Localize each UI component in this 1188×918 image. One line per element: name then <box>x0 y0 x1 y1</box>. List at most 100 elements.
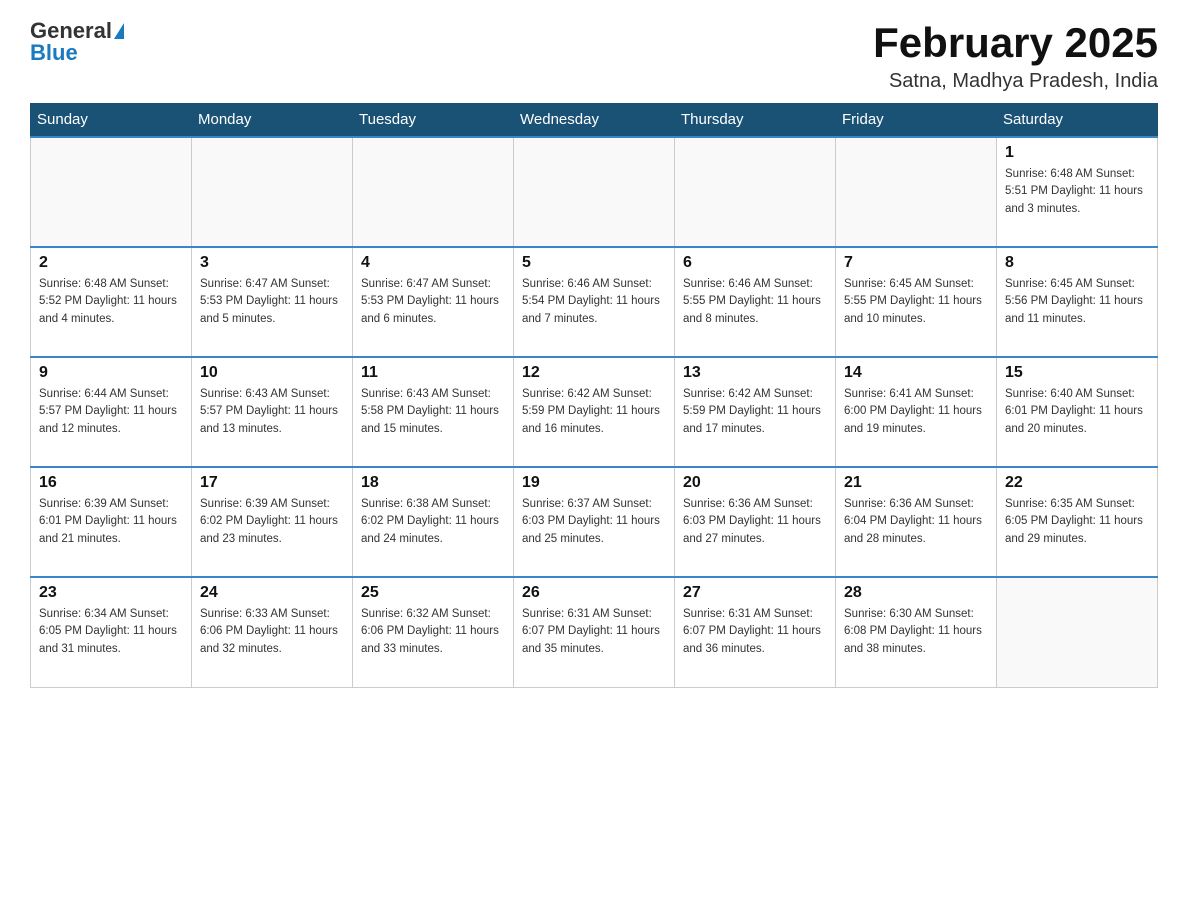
day-number: 25 <box>361 584 505 602</box>
day-info: Sunrise: 6:38 AM Sunset: 6:02 PM Dayligh… <box>361 496 505 548</box>
day-number: 24 <box>200 584 344 602</box>
day-number: 21 <box>844 474 988 492</box>
day-info: Sunrise: 6:42 AM Sunset: 5:59 PM Dayligh… <box>522 386 666 438</box>
calendar-cell <box>192 137 353 247</box>
day-number: 20 <box>683 474 827 492</box>
calendar-cell: 7 Sunrise: 6:45 AM Sunset: 5:55 PM Daylig… <box>836 247 997 357</box>
day-number: 26 <box>522 584 666 602</box>
day-info: Sunrise: 6:47 AM Sunset: 5:53 PM Dayligh… <box>200 276 344 328</box>
calendar-week-0: 1Sunrise: 6:48 AM Sunset: 5:51 PM Daylig… <box>31 137 1158 247</box>
day-number: 18 <box>361 474 505 492</box>
day-number: 15 <box>1005 364 1149 382</box>
calendar-cell: 10 Sunrise: 6:43 AM Sunset: 5:57 PM Dayli… <box>192 357 353 467</box>
calendar-cell: 21 Sunrise: 6:36 AM Sunset: 6:04 PM Dayli… <box>836 467 997 577</box>
day-number: 9 <box>39 364 183 382</box>
day-info: Sunrise: 6:46 AM Sunset: 5:55 PM Dayligh… <box>683 276 827 328</box>
day-number: 13 <box>683 364 827 382</box>
weekday-header-friday: Friday <box>836 103 997 137</box>
calendar-table: SundayMondayTuesdayWednesdayThursdayFrid… <box>30 103 1158 688</box>
day-number: 4 <box>361 254 505 272</box>
day-info: Sunrise: 6:35 AM Sunset: 6:05 PM Dayligh… <box>1005 496 1149 548</box>
calendar-cell: 1Sunrise: 6:48 AM Sunset: 5:51 PM Daylig… <box>997 137 1158 247</box>
calendar-cell: 22 Sunrise: 6:35 AM Sunset: 6:05 PM Dayli… <box>997 467 1158 577</box>
day-info: Sunrise: 6:37 AM Sunset: 6:03 PM Dayligh… <box>522 496 666 548</box>
weekday-header-wednesday: Wednesday <box>514 103 675 137</box>
location-title: Satna, Madhya Pradesh, India <box>873 70 1158 93</box>
day-info: Sunrise: 6:45 AM Sunset: 5:56 PM Dayligh… <box>1005 276 1149 328</box>
logo-blue-text: Blue <box>30 42 124 64</box>
day-info: Sunrise: 6:48 AM Sunset: 5:52 PM Dayligh… <box>39 276 183 328</box>
calendar-cell: 5 Sunrise: 6:46 AM Sunset: 5:54 PM Daylig… <box>514 247 675 357</box>
calendar-cell: 24 Sunrise: 6:33 AM Sunset: 6:06 PM Dayli… <box>192 577 353 687</box>
day-info: Sunrise: 6:30 AM Sunset: 6:08 PM Dayligh… <box>844 606 988 658</box>
day-info: Sunrise: 6:47 AM Sunset: 5:53 PM Dayligh… <box>361 276 505 328</box>
weekday-header-saturday: Saturday <box>997 103 1158 137</box>
day-info: Sunrise: 6:39 AM Sunset: 6:01 PM Dayligh… <box>39 496 183 548</box>
calendar-cell: 17 Sunrise: 6:39 AM Sunset: 6:02 PM Dayli… <box>192 467 353 577</box>
day-number: 10 <box>200 364 344 382</box>
calendar-body: 1Sunrise: 6:48 AM Sunset: 5:51 PM Daylig… <box>31 137 1158 687</box>
calendar-cell <box>675 137 836 247</box>
day-info: Sunrise: 6:40 AM Sunset: 6:01 PM Dayligh… <box>1005 386 1149 438</box>
calendar-cell: 2 Sunrise: 6:48 AM Sunset: 5:52 PM Daylig… <box>31 247 192 357</box>
day-number: 8 <box>1005 254 1149 272</box>
day-number: 19 <box>522 474 666 492</box>
day-number: 23 <box>39 584 183 602</box>
day-number: 22 <box>1005 474 1149 492</box>
calendar-cell <box>514 137 675 247</box>
day-number: 14 <box>844 364 988 382</box>
day-number: 17 <box>200 474 344 492</box>
calendar-cell: 26 Sunrise: 6:31 AM Sunset: 6:07 PM Dayli… <box>514 577 675 687</box>
calendar-week-3: 16 Sunrise: 6:39 AM Sunset: 6:01 PM Dayli… <box>31 467 1158 577</box>
calendar-cell: 25 Sunrise: 6:32 AM Sunset: 6:06 PM Dayli… <box>353 577 514 687</box>
day-info: Sunrise: 6:39 AM Sunset: 6:02 PM Dayligh… <box>200 496 344 548</box>
calendar-cell: 20 Sunrise: 6:36 AM Sunset: 6:03 PM Dayli… <box>675 467 836 577</box>
day-info: Sunrise: 6:31 AM Sunset: 6:07 PM Dayligh… <box>522 606 666 658</box>
day-info: Sunrise: 6:45 AM Sunset: 5:55 PM Dayligh… <box>844 276 988 328</box>
weekday-header-row: SundayMondayTuesdayWednesdayThursdayFrid… <box>31 103 1158 137</box>
calendar-week-2: 9 Sunrise: 6:44 AM Sunset: 5:57 PM Daylig… <box>31 357 1158 467</box>
weekday-header-thursday: Thursday <box>675 103 836 137</box>
calendar-cell: 27 Sunrise: 6:31 AM Sunset: 6:07 PM Dayli… <box>675 577 836 687</box>
day-number: 7 <box>844 254 988 272</box>
day-number: 2 <box>39 254 183 272</box>
calendar-cell <box>836 137 997 247</box>
title-block: February 2025 Satna, Madhya Pradesh, Ind… <box>873 20 1158 93</box>
day-info: Sunrise: 6:43 AM Sunset: 5:57 PM Dayligh… <box>200 386 344 438</box>
logo: General Blue <box>30 20 124 64</box>
calendar-cell: 19 Sunrise: 6:37 AM Sunset: 6:03 PM Dayli… <box>514 467 675 577</box>
calendar-cell: 3 Sunrise: 6:47 AM Sunset: 5:53 PM Daylig… <box>192 247 353 357</box>
calendar-cell <box>997 577 1158 687</box>
calendar-cell: 11 Sunrise: 6:43 AM Sunset: 5:58 PM Dayli… <box>353 357 514 467</box>
calendar-week-4: 23 Sunrise: 6:34 AM Sunset: 6:05 PM Dayli… <box>31 577 1158 687</box>
day-info: Sunrise: 6:34 AM Sunset: 6:05 PM Dayligh… <box>39 606 183 658</box>
calendar-cell: 9 Sunrise: 6:44 AM Sunset: 5:57 PM Daylig… <box>31 357 192 467</box>
day-number: 6 <box>683 254 827 272</box>
day-info: Sunrise: 6:31 AM Sunset: 6:07 PM Dayligh… <box>683 606 827 658</box>
day-info: Sunrise: 6:33 AM Sunset: 6:06 PM Dayligh… <box>200 606 344 658</box>
calendar-week-1: 2 Sunrise: 6:48 AM Sunset: 5:52 PM Daylig… <box>31 247 1158 357</box>
day-number: 12 <box>522 364 666 382</box>
day-number: 3 <box>200 254 344 272</box>
day-info: Sunrise: 6:43 AM Sunset: 5:58 PM Dayligh… <box>361 386 505 438</box>
calendar-cell: 6 Sunrise: 6:46 AM Sunset: 5:55 PM Daylig… <box>675 247 836 357</box>
page-header: General Blue February 2025 Satna, Madhya… <box>30 20 1158 93</box>
calendar-cell: 13 Sunrise: 6:42 AM Sunset: 5:59 PM Dayli… <box>675 357 836 467</box>
day-number: 5 <box>522 254 666 272</box>
day-number: 16 <box>39 474 183 492</box>
weekday-header-tuesday: Tuesday <box>353 103 514 137</box>
day-info: Sunrise: 6:32 AM Sunset: 6:06 PM Dayligh… <box>361 606 505 658</box>
day-info: Sunrise: 6:36 AM Sunset: 6:03 PM Dayligh… <box>683 496 827 548</box>
weekday-header-sunday: Sunday <box>31 103 192 137</box>
calendar-cell: 16 Sunrise: 6:39 AM Sunset: 6:01 PM Dayli… <box>31 467 192 577</box>
day-info: Sunrise: 6:36 AM Sunset: 6:04 PM Dayligh… <box>844 496 988 548</box>
day-info: Sunrise: 6:46 AM Sunset: 5:54 PM Dayligh… <box>522 276 666 328</box>
calendar-cell <box>31 137 192 247</box>
day-info: Sunrise: 6:42 AM Sunset: 5:59 PM Dayligh… <box>683 386 827 438</box>
day-number: 11 <box>361 364 505 382</box>
calendar-cell <box>353 137 514 247</box>
day-number: 27 <box>683 584 827 602</box>
day-number: 1 <box>1005 144 1149 162</box>
day-info: Sunrise: 6:44 AM Sunset: 5:57 PM Dayligh… <box>39 386 183 438</box>
month-title: February 2025 <box>873 20 1158 66</box>
